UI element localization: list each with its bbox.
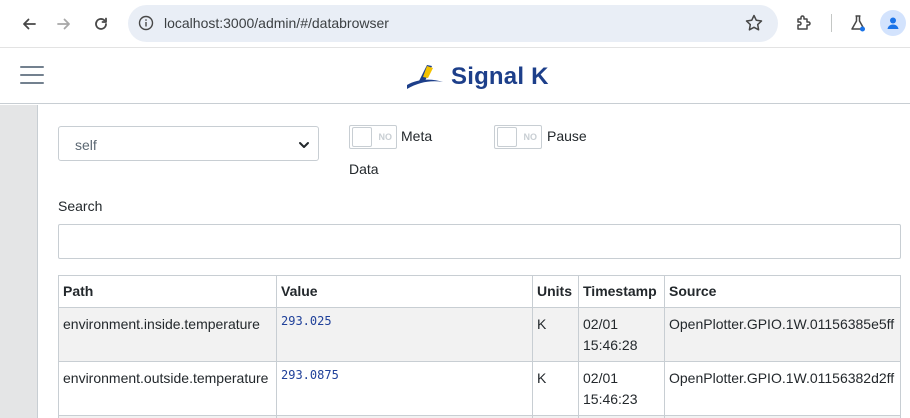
arrow-left-icon [23, 18, 36, 30]
context-select[interactable]: self [58, 126, 319, 161]
table-row: environment.outside.temperature 293.0875… [58, 361, 901, 416]
timestamp-cell: 02/01 15:46:28 [578, 307, 665, 362]
reload-icon [95, 17, 107, 30]
flask-icon [851, 15, 865, 32]
app-header: Signal K [0, 49, 910, 104]
table-row: environment.inside.temperature 293.025 K… [58, 307, 901, 362]
url-text[interactable]: localhost:3000/admin/#/databrowser [164, 15, 389, 31]
source-cell: OpenPlotter.GPIO.1W.01156385e5ff [664, 307, 901, 362]
signalk-logo[interactable]: Signal K [405, 61, 549, 93]
databrowser-panel: self NO Meta Data NO Pause Search Path V… [38, 105, 910, 418]
chevron-down-icon [298, 138, 310, 154]
units-cell: K [532, 361, 579, 416]
bookmark-star-icon[interactable] [744, 13, 764, 36]
value-cell: 293.0875 [276, 361, 533, 416]
meta-label: Meta [401, 128, 433, 144]
person-icon [887, 17, 899, 29]
sidebar-collapsed [0, 105, 38, 418]
data-label: Data [349, 161, 379, 177]
path-cell: environment.outside.temperature [58, 361, 277, 416]
context-select-value: self [75, 137, 97, 153]
browser-toolbar: localhost:3000/admin/#/databrowser [0, 0, 910, 48]
switch-knob [352, 127, 372, 147]
value-cell: 293.025 [276, 307, 533, 362]
data-table: Path Value Units Timestamp Source enviro… [58, 275, 901, 418]
path-cell: environment.inside.temperature [58, 307, 277, 362]
pause-switch[interactable]: NO [494, 125, 542, 149]
timestamp-cell: 02/01 15:46:23 [578, 361, 665, 416]
signalk-logo-icon [407, 65, 443, 89]
hamburger-icon-bar [20, 74, 44, 76]
table-header-row: Path Value Units Timestamp Source [58, 275, 901, 308]
search-input[interactable] [58, 224, 901, 259]
hamburger-icon [20, 66, 44, 68]
forward-button[interactable] [50, 10, 78, 38]
labs-button[interactable] [845, 10, 871, 36]
profile-avatar[interactable] [880, 10, 906, 36]
meta-switch-state: NO [378, 132, 393, 142]
search-label: Search [58, 198, 103, 214]
column-header-timestamp[interactable]: Timestamp [578, 275, 665, 308]
column-header-value[interactable]: Value [276, 275, 533, 308]
pause-label: Pause [547, 128, 587, 144]
back-button[interactable] [15, 10, 43, 38]
timestamp-date: 02/01 [583, 316, 619, 332]
extensions-button[interactable] [791, 10, 817, 36]
pause-switch-state: NO [523, 132, 538, 142]
timestamp-time: 15:46:23 [583, 391, 638, 407]
site-info-icon[interactable] [138, 15, 154, 34]
arrow-right-icon [57, 18, 70, 30]
meta-data-switch[interactable]: NO [349, 125, 397, 149]
menu-toggle-button[interactable] [20, 66, 44, 88]
column-header-path[interactable]: Path [58, 275, 277, 308]
puzzle-icon [797, 15, 811, 30]
column-header-units[interactable]: Units [532, 275, 579, 308]
logo-text: Signal K [451, 63, 549, 90]
toolbar-divider [831, 14, 832, 32]
source-cell: OpenPlotter.GPIO.1W.01156382d2ff [664, 361, 901, 416]
switch-knob [497, 127, 517, 147]
address-bar[interactable]: localhost:3000/admin/#/databrowser [128, 5, 778, 42]
timestamp-date: 02/01 [583, 370, 619, 386]
reload-button[interactable] [87, 10, 115, 38]
timestamp-time: 15:46:28 [583, 337, 638, 353]
column-header-source[interactable]: Source [664, 275, 901, 308]
hamburger-icon-bar [20, 82, 44, 84]
units-cell: K [532, 307, 579, 362]
